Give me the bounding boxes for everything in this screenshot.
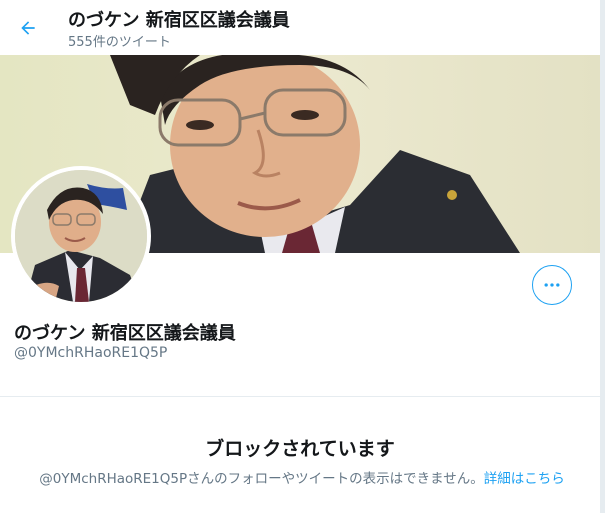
profile-page: のづケン 新宿区区議会議員 555件のツイート のづケン 新宿区区議会議員 @0… <box>0 0 605 513</box>
header-bar: のづケン 新宿区区議会議員 555件のツイート <box>0 0 605 55</box>
scrollbar-track[interactable] <box>600 0 605 513</box>
profile-avatar[interactable] <box>11 166 151 306</box>
header-title: のづケン 新宿区区議会議員 <box>68 10 290 31</box>
learn-more-link[interactable]: 詳細はこちら <box>484 471 565 487</box>
blocked-title: ブロックされています <box>205 438 395 460</box>
profile-name: のづケン 新宿区区議会議員 <box>14 323 236 344</box>
blocked-message: @0YMchRHaoRE1Q5Pさんのフォローやツイートの表示はできません。詳細… <box>22 469 582 490</box>
avatar-photo <box>15 170 147 302</box>
section-divider <box>0 396 600 397</box>
tweet-count: 555件のツイート <box>68 35 171 50</box>
more-options-button[interactable] <box>532 265 572 305</box>
blocked-message-text: @0YMchRHaoRE1Q5Pさんのフォローやツイートの表示はできません。 <box>39 471 484 487</box>
back-button[interactable] <box>10 10 46 46</box>
arrow-left-icon <box>21 21 35 35</box>
profile-handle: @0YMchRHaoRE1Q5P <box>14 345 168 361</box>
more-horizontal-icon <box>544 283 560 287</box>
